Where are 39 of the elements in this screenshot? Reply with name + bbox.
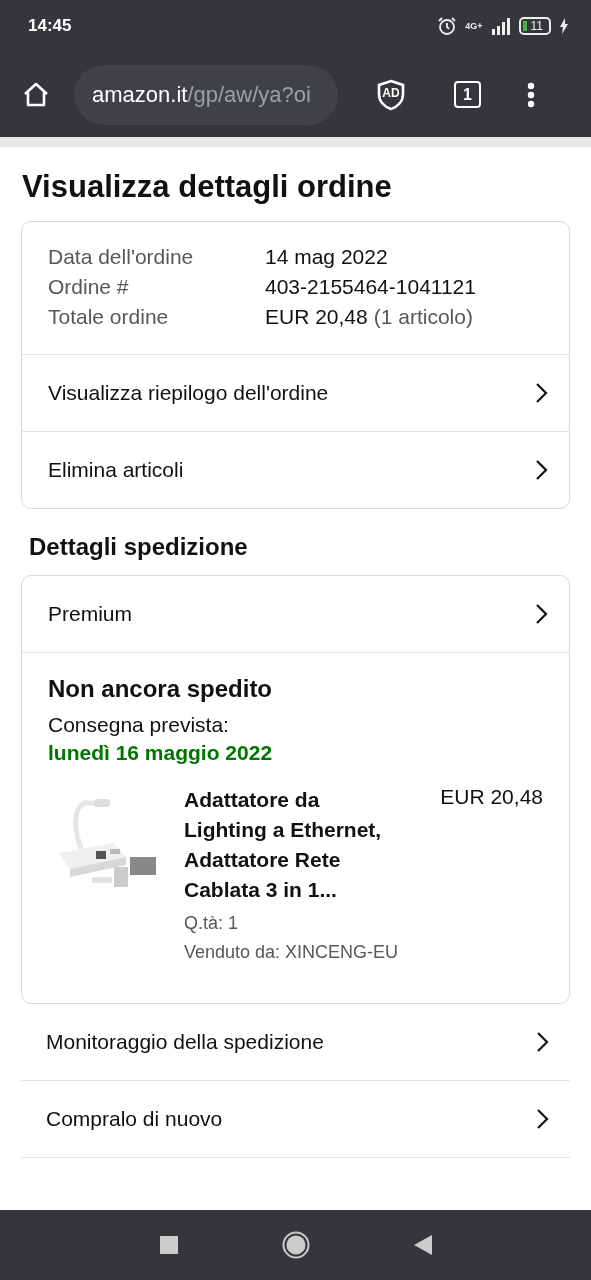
- tab-count-button[interactable]: 1: [454, 81, 481, 108]
- shipping-service-link[interactable]: Premium: [22, 576, 569, 652]
- signal-icon: [490, 17, 511, 35]
- address-bar[interactable]: amazon.it/gp/aw/ya?oi: [74, 64, 338, 125]
- home-button-icon[interactable]: [281, 1231, 310, 1259]
- field-value: 403-2155464-1041121: [265, 274, 476, 300]
- field-value: 14 mag 2022: [265, 244, 388, 270]
- field-value: EUR 20,48 (1 articolo): [265, 304, 473, 330]
- recents-icon[interactable]: [159, 1236, 178, 1254]
- home-icon[interactable]: [22, 80, 50, 109]
- section-heading: Dettagli spedizione: [29, 533, 249, 561]
- field-label: Data dell'ordine: [48, 244, 195, 270]
- shipment-status: Non ancora spedito: [48, 675, 274, 703]
- page-title: Visualizza dettagli ordine: [22, 169, 393, 205]
- adblock-button[interactable]: AD: [376, 78, 406, 111]
- product-price: EUR 20,48: [440, 785, 543, 810]
- action-link[interactable]: Compralo di nuovo: [21, 1081, 570, 1158]
- status-time: 14:45: [28, 16, 72, 36]
- menu-icon[interactable]: [527, 81, 535, 108]
- order-link[interactable]: Elimina articoli: [22, 431, 569, 508]
- chevron-right-icon: [535, 459, 549, 481]
- battery-indicator: 11: [518, 17, 551, 35]
- chevron-right-icon: [535, 382, 549, 404]
- field-label: Totale ordine: [48, 304, 170, 330]
- alarm-icon: [437, 16, 458, 36]
- delivery-date: lunedì 16 maggio 2022: [48, 741, 274, 765]
- order-link[interactable]: Visualizza riepilogo dell'ordine: [22, 355, 569, 431]
- action-link[interactable]: Monitoraggio della spedizione: [21, 1004, 570, 1081]
- product-name[interactable]: Adattatore da Lighting a Ethernet, Adattatore Rete Cablata 3 in 1...: [184, 785, 402, 905]
- chevron-right-icon: [536, 1031, 550, 1053]
- chevron-right-icon: [536, 1108, 550, 1130]
- chevron-right-icon: [535, 603, 549, 625]
- charging-icon: [559, 18, 569, 34]
- quantity-text: Q.tà: 1: [184, 913, 240, 934]
- delivery-label: Consegna prevista:: [48, 713, 230, 737]
- field-label: Ordine #: [48, 274, 130, 300]
- network-label: 4G+: [465, 21, 483, 31]
- seller-text: Venduto da: XINCENG-EU: [184, 942, 400, 963]
- back-icon[interactable]: [413, 1235, 432, 1255]
